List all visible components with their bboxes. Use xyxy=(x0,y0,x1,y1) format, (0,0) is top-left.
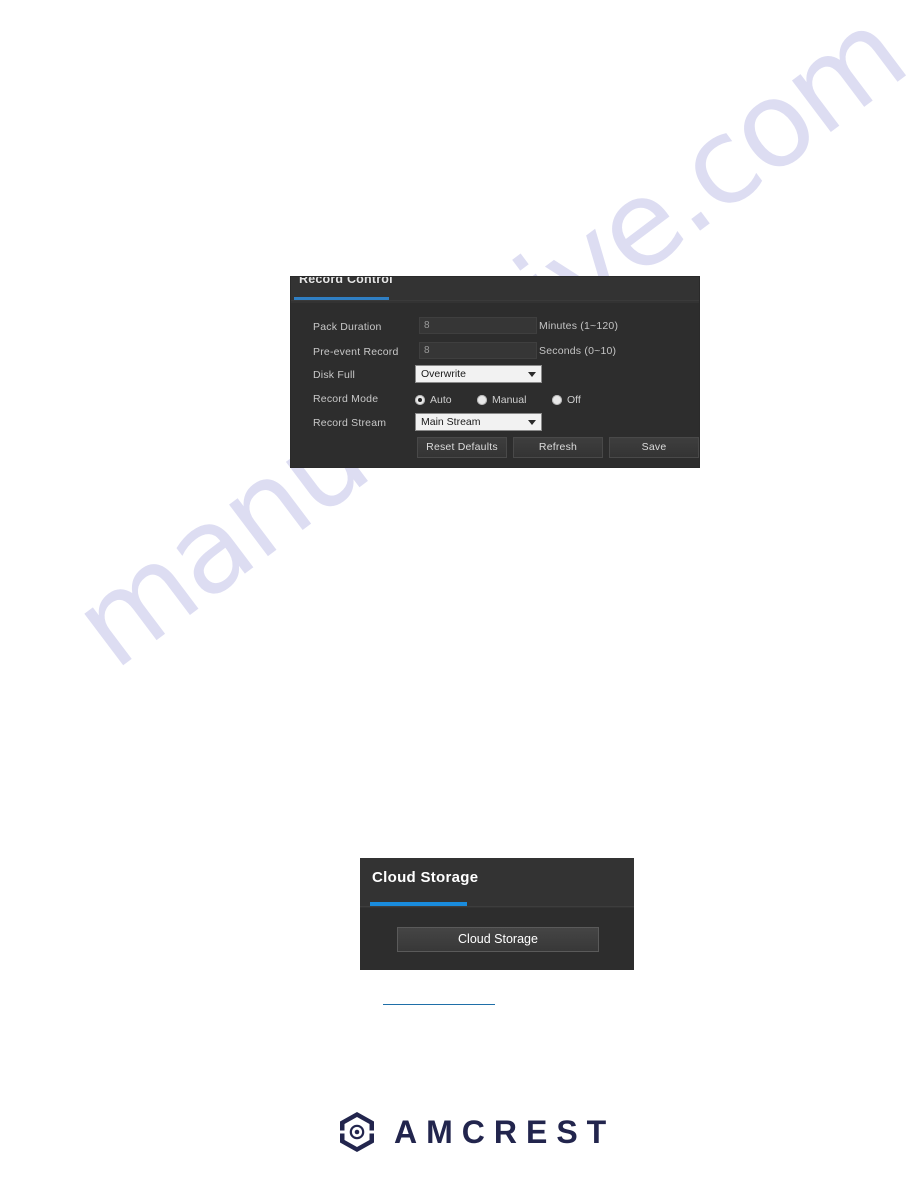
label-pre-event-record: Pre-event Record xyxy=(313,346,399,358)
amcrest-logo: AMCREST xyxy=(336,1108,606,1156)
record-control-accent-bar xyxy=(294,297,389,300)
value-disk-full: Overwrite xyxy=(421,368,466,380)
input-pre-event-record[interactable]: 8 xyxy=(419,342,537,359)
label-record-mode: Record Mode xyxy=(313,393,379,405)
amcrest-hexagon-icon xyxy=(340,1112,374,1152)
row-disk-full: Disk Full Overwrite xyxy=(291,365,699,389)
select-disk-full[interactable]: Overwrite xyxy=(415,365,542,383)
row-record-mode: Record Mode Auto Manual Off xyxy=(291,389,699,413)
row-pre-event-record: Pre-event Record 8 Seconds (0~10) xyxy=(291,342,699,366)
label-pack-duration: Pack Duration xyxy=(313,321,382,333)
support-link[interactable] xyxy=(383,992,495,1005)
radio-record-mode-manual[interactable]: Manual xyxy=(477,391,527,406)
label-disk-full: Disk Full xyxy=(313,369,356,381)
radio-label-manual: Manual xyxy=(492,393,527,406)
value-record-stream: Main Stream xyxy=(421,416,481,428)
value-pre-event-record: 8 xyxy=(424,345,430,356)
radio-record-mode-auto[interactable]: Auto xyxy=(415,391,452,406)
radio-label-auto: Auto xyxy=(430,393,452,406)
amcrest-wordmark: AMCREST xyxy=(394,1114,616,1150)
cloud-storage-panel: Cloud Storage Cloud Storage xyxy=(360,858,634,970)
radio-record-mode-off[interactable]: Off xyxy=(552,391,581,406)
cloud-storage-header: Cloud Storage xyxy=(360,858,634,908)
radio-dot-icon xyxy=(477,394,487,405)
cloud-storage-header-divider xyxy=(360,906,634,907)
input-pack-duration[interactable]: 8 xyxy=(419,317,537,334)
record-control-panel: Record Control Pack Duration 8 Minutes (… xyxy=(290,276,700,468)
cloud-storage-title: Cloud Storage xyxy=(372,869,479,886)
record-control-body: Pack Duration 8 Minutes (1~120) Pre-even… xyxy=(291,303,699,469)
value-pack-duration: 8 xyxy=(424,320,430,331)
radio-dot-icon xyxy=(552,394,562,405)
hint-pre-event-record: Seconds (0~10) xyxy=(539,345,617,357)
row-pack-duration: Pack Duration 8 Minutes (1~120) xyxy=(291,317,699,341)
row-record-stream: Record Stream Main Stream xyxy=(291,413,699,437)
radio-label-off: Off xyxy=(567,393,581,406)
cloud-storage-accent-bar xyxy=(370,902,467,906)
select-record-stream[interactable]: Main Stream xyxy=(415,413,542,431)
record-control-header-divider xyxy=(291,300,699,301)
refresh-button[interactable]: Refresh xyxy=(513,437,603,458)
cloud-storage-button[interactable]: Cloud Storage xyxy=(397,927,599,952)
save-button[interactable]: Save xyxy=(609,437,699,458)
chevron-down-icon xyxy=(528,420,536,425)
cloud-storage-body: Cloud Storage xyxy=(360,908,634,970)
label-record-stream: Record Stream xyxy=(313,417,387,429)
record-control-title: Record Control xyxy=(299,277,393,286)
chevron-down-icon xyxy=(528,372,536,377)
hint-pack-duration: Minutes (1~120) xyxy=(539,320,619,332)
record-control-button-bar: Reset Defaults Refresh Save xyxy=(291,437,699,463)
reset-defaults-button[interactable]: Reset Defaults xyxy=(417,437,507,458)
radio-dot-icon xyxy=(415,394,425,405)
